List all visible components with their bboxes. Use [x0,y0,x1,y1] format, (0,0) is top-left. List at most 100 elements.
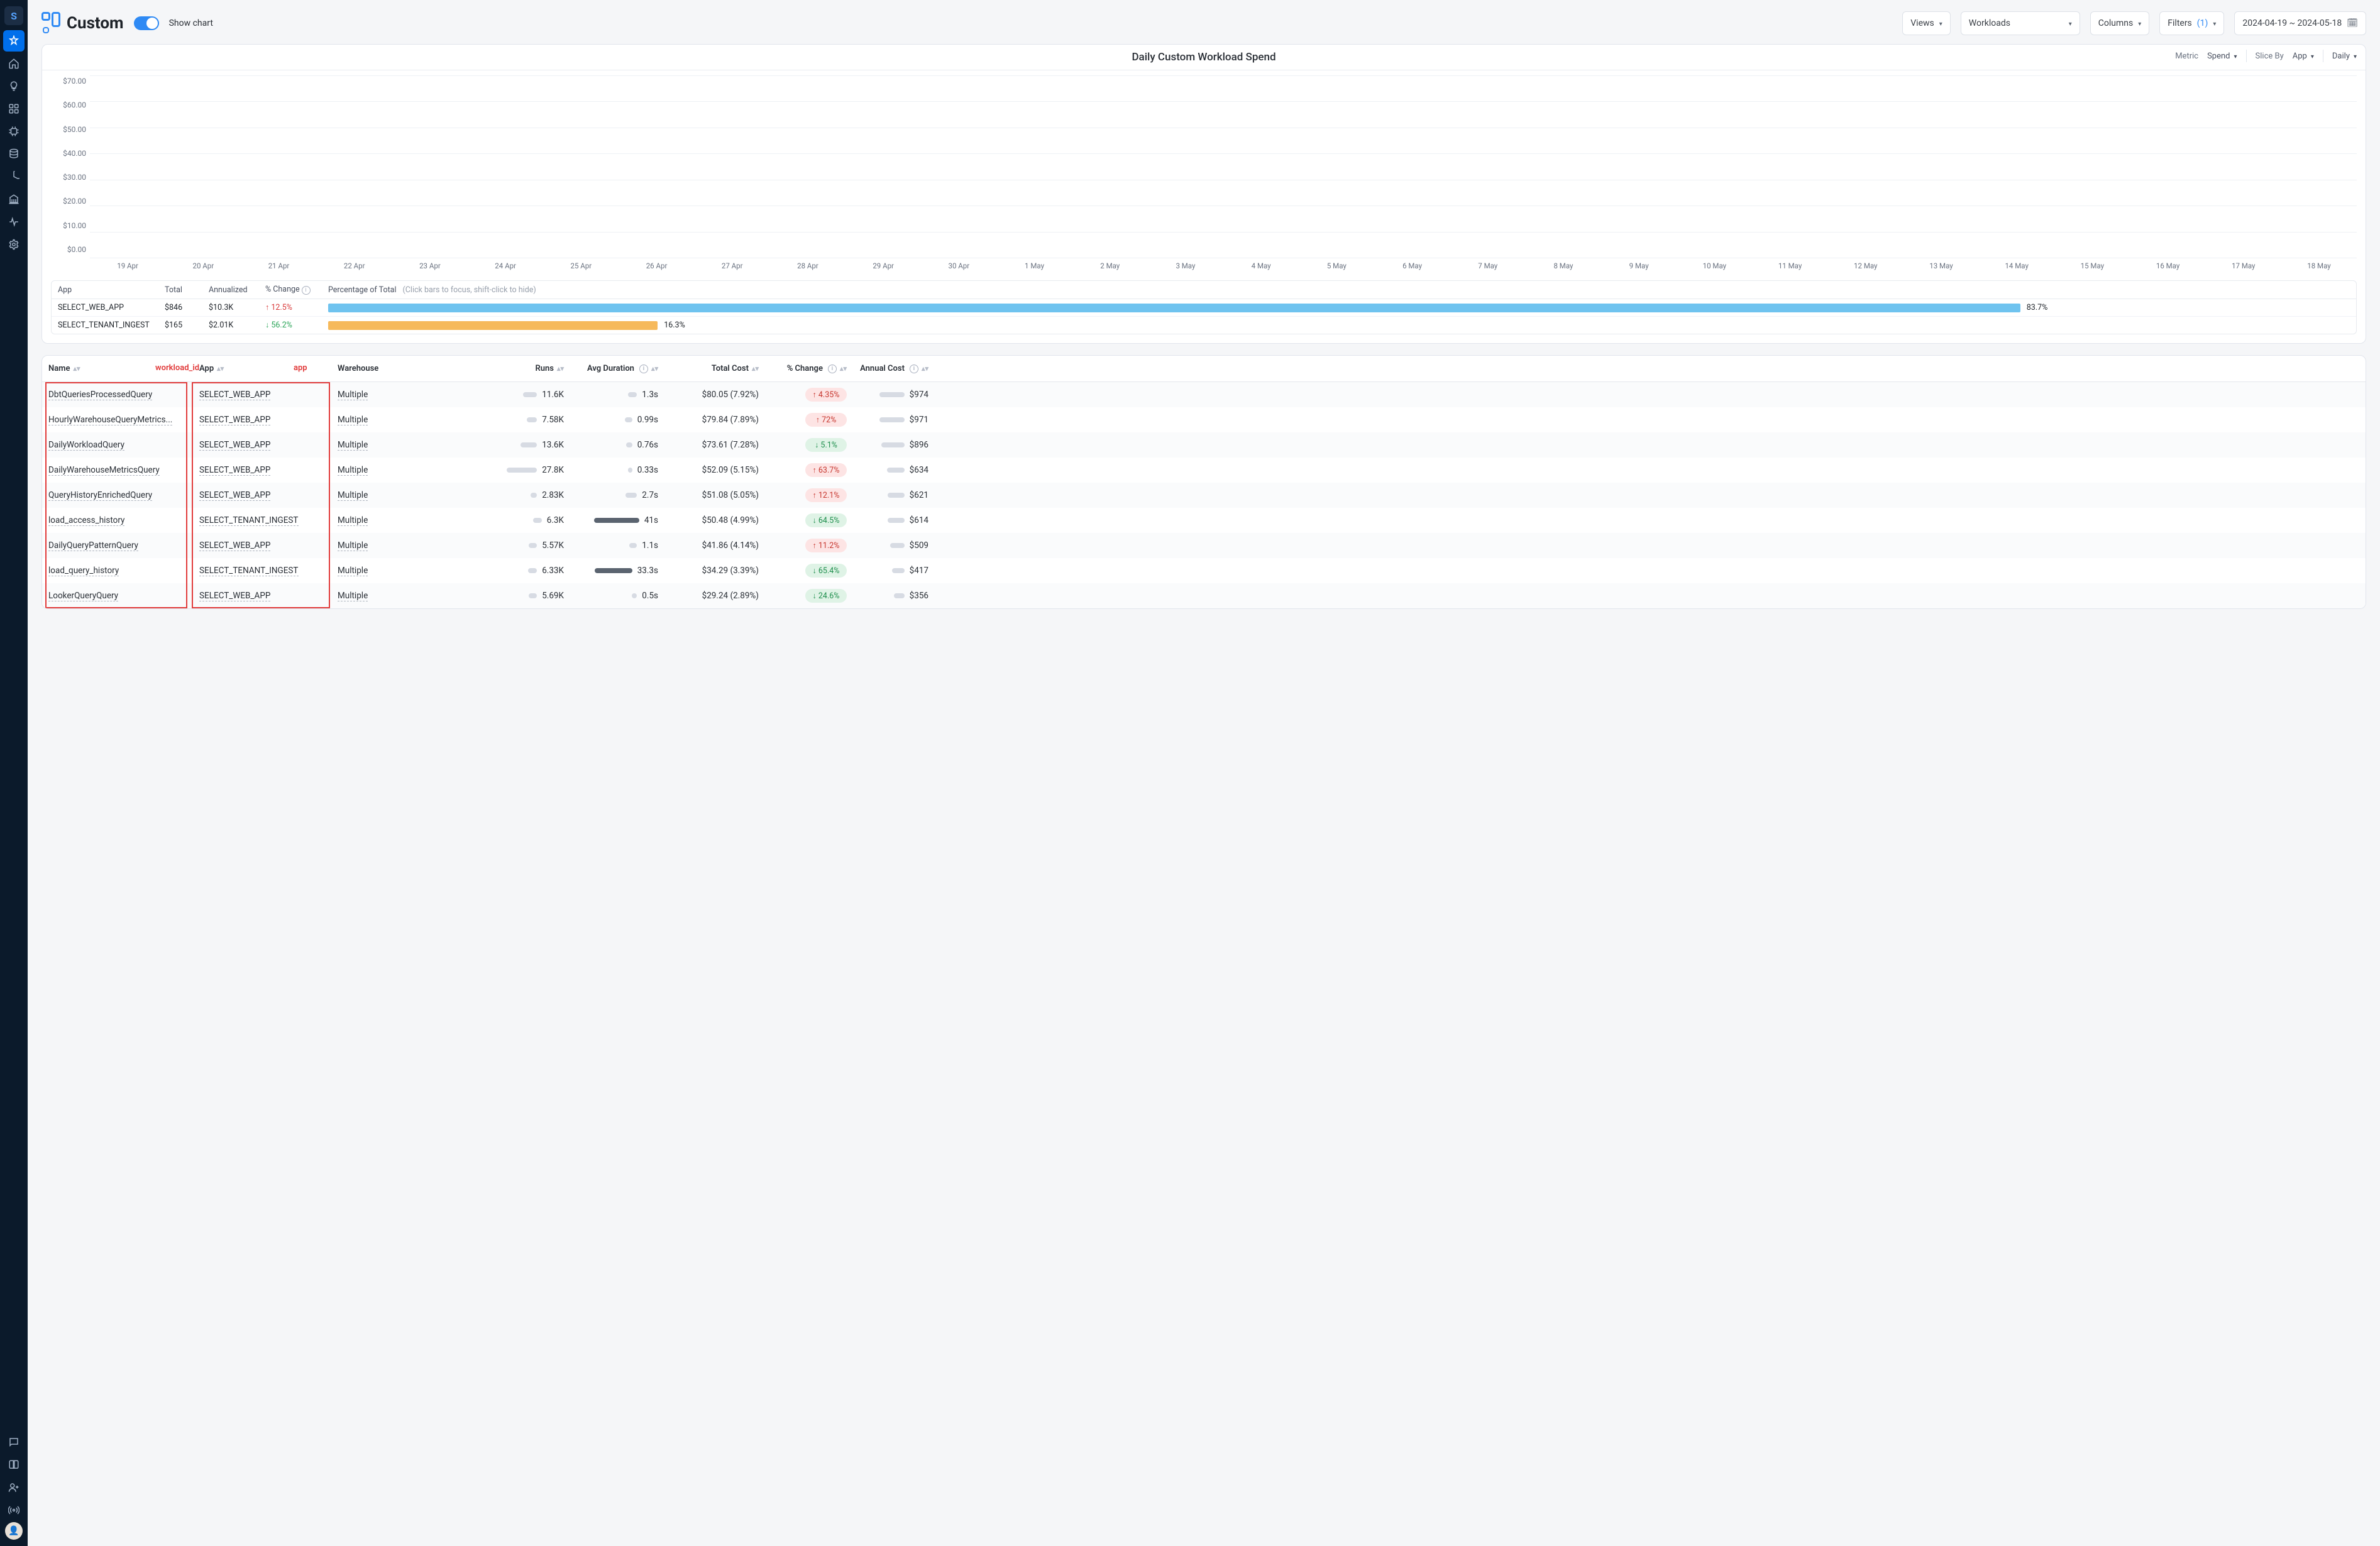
cell-change: ↑ 12.1% [759,488,847,502]
col-total-cost[interactable]: Total Cost▴▾ [658,364,759,373]
table-row[interactable]: DailyWarehouseMetricsQuerySELECT_WEB_APP… [42,458,2366,483]
cell-runs: 6.33K [488,566,564,576]
cell-warehouse: Multiple [338,591,488,601]
calendar-icon: 🗓 [2347,18,2358,28]
chart-plot[interactable] [90,75,2357,258]
cell-annual: $974 [847,390,928,400]
sort-icon: ▴▾ [651,367,658,370]
cell-app: SELECT_WEB_APP [199,415,338,425]
sidebar-item-star[interactable] [3,30,25,52]
cell-duration: 0.99s [564,415,658,425]
table-row[interactable]: QueryHistoryEnrichedQuerySELECT_WEB_APPM… [42,483,2366,508]
sidebar-item-book[interactable] [3,1454,25,1476]
sidebar-item-broadcast[interactable] [3,1499,25,1521]
cell-total-cost: $41.86 (4.14%) [658,540,759,551]
metric-select[interactable]: Spend [2207,52,2237,61]
sidebar-item-pulse[interactable] [3,211,25,233]
table-row[interactable]: HourlyWarehouseQueryMetrics...SELECT_WEB… [42,407,2366,432]
page-title-block: Custom [41,12,124,35]
cell-annual: $896 [847,440,928,450]
cell-duration: 2.7s [564,490,658,500]
info-icon: i [302,286,311,295]
cell-annual: $356 [847,591,928,601]
legend-total: $846 [165,303,209,312]
cell-change: ↑ 11.2% [759,539,847,552]
period-select[interactable]: Daily [2332,52,2357,61]
col-change[interactable]: % Changei▴▾ [759,364,847,373]
annotation-app: app [294,363,307,373]
sliceby-select[interactable]: App [2293,52,2314,61]
cell-name: load_access_history [48,515,199,525]
cell-name: QueryHistoryEnrichedQuery [48,490,199,500]
legend-app: SELECT_WEB_APP [58,303,165,312]
legend-row[interactable]: SELECT_WEB_APP$846$10.3K↑ 12.5%83.7% [52,299,2356,316]
cell-name: DailyWorkloadQuery [48,440,199,450]
chart-y-axis: $70.00$60.00$50.00$40.00$30.00$20.00$10.… [51,77,86,254]
chart-x-axis: 19 Apr20 Apr21 Apr22 Apr23 Apr24 Apr25 A… [90,258,2357,277]
col-annual-cost[interactable]: Annual Costi▴▾ [847,364,928,373]
legend-row[interactable]: SELECT_TENANT_INGEST$165$2.01K↓ 56.2%16.… [52,316,2356,334]
cell-name: LookerQueryQuery [48,591,199,601]
cell-duration: 1.1s [564,540,658,551]
sidebar-item-bank[interactable] [3,189,25,210]
table-row[interactable]: load_query_historySELECT_TENANT_INGESTMu… [42,558,2366,583]
col-app[interactable]: App▴▾ [199,364,338,373]
col-runs[interactable]: Runs▴▾ [488,364,564,373]
sidebar-item-database[interactable] [3,143,25,165]
page-title: Custom [67,14,124,33]
sliceby-label: Slice By [2256,52,2284,61]
table-row[interactable]: DailyQueryPatternQuerySELECT_WEB_APPMult… [42,533,2366,558]
table-row[interactable]: LookerQueryQuerySELECT_WEB_APPMultiple5.… [42,583,2366,608]
filters-dropdown[interactable]: Filters(1) [2159,11,2224,35]
cell-app: SELECT_WEB_APP [199,490,338,500]
sidebar-item-gear[interactable] [3,234,25,255]
sidebar-item-chat[interactable] [3,1432,25,1453]
sort-icon: ▴▾ [922,367,928,370]
chevron-down-icon [2354,52,2357,61]
sort-icon: ▴▾ [752,367,759,370]
sidebar-item-pie[interactable] [3,166,25,187]
col-avg-duration[interactable]: Avg Durationi▴▾ [564,364,658,373]
workloads-dropdown[interactable]: Workloads [1961,11,2080,35]
cell-duration: 0.33s [564,465,658,475]
cell-change: ↑ 63.7% [759,463,847,477]
cell-total-cost: $34.29 (3.39%) [658,566,759,576]
views-dropdown[interactable]: Views [1902,11,1951,35]
cell-name: DailyWarehouseMetricsQuery [48,465,199,475]
cell-change: ↑ 4.35% [759,388,847,402]
table-row[interactable]: load_access_historySELECT_TENANT_INGESTM… [42,508,2366,533]
date-range-picker[interactable]: 2024-04-19 ~ 2024-05-18🗓 [2234,11,2366,35]
cell-duration: 41s [564,515,658,525]
chart-card: Daily Custom Workload Spend Metric Spend… [41,44,2366,344]
col-warehouse[interactable]: Warehouse [338,364,488,373]
cell-total-cost: $51.08 (5.05%) [658,490,759,500]
cell-app: SELECT_WEB_APP [199,540,338,551]
brand-logo[interactable]: S [4,6,23,25]
columns-dropdown[interactable]: Columns [2090,11,2149,35]
sidebar-item-chip[interactable] [3,121,25,142]
cell-duration: 0.5s [564,591,658,601]
cell-runs: 7.58K [488,415,564,425]
cell-warehouse: Multiple [338,415,488,425]
cell-runs: 5.69K [488,591,564,601]
legend-pct: 16.3% [328,321,2350,330]
cell-warehouse: Multiple [338,515,488,525]
sidebar-item-home[interactable] [3,53,25,74]
cell-change: ↑ 72% [759,413,847,427]
cell-app: SELECT_TENANT_INGEST [199,566,338,576]
legend-table: App Total Annualized % Changei Percentag… [51,280,2357,334]
cell-total-cost: $50.48 (4.99%) [658,515,759,525]
show-chart-toggle[interactable] [134,16,159,30]
legend-col-total: Total [165,285,209,295]
cell-name: DbtQueriesProcessedQuery [48,390,199,400]
user-avatar[interactable]: 👤 [5,1522,23,1540]
cell-warehouse: Multiple [338,390,488,400]
table-row[interactable]: DailyWorkloadQuerySELECT_WEB_APPMultiple… [42,432,2366,458]
table-row[interactable]: DbtQueriesProcessedQuerySELECT_WEB_APPMu… [42,382,2366,407]
cell-change: ↓ 5.1% [759,438,847,452]
sort-icon: ▴▾ [217,367,224,370]
sidebar-item-idea[interactable] [3,75,25,97]
sidebar-item-adduser[interactable] [3,1477,25,1498]
cell-duration: 0.76s [564,440,658,450]
sidebar-item-grid[interactable] [3,98,25,119]
